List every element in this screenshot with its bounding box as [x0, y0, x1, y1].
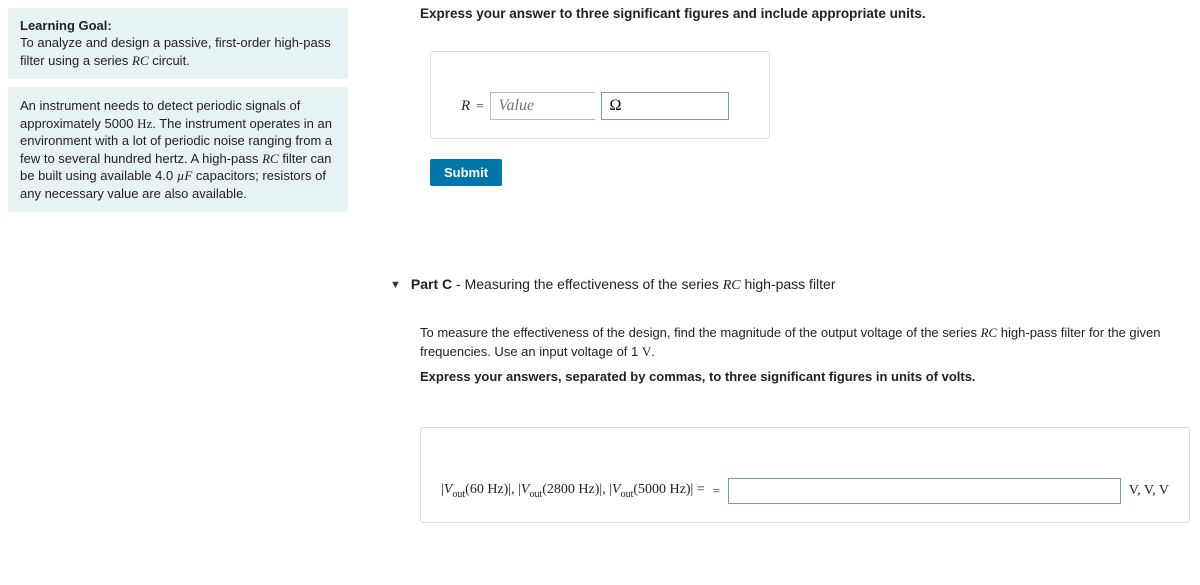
pc-body1c: . — [651, 344, 655, 359]
part-c-title-rest2: high-pass filter — [741, 276, 836, 292]
part-c-body: To measure the effectiveness of the desi… — [420, 324, 1190, 362]
part-c-instruction: Express your answers, separated by comma… — [420, 368, 1190, 387]
part-c-title-rest1: Measuring the effectiveness of the serie… — [465, 276, 723, 292]
learning-goal-text: To analyze and design a passive, first-o… — [20, 34, 336, 69]
learning-goal-box: Learning Goal: To analyze and design a p… — [8, 8, 348, 79]
part-c-title-bold: Part C — [411, 276, 452, 292]
vout-input[interactable] — [728, 478, 1121, 504]
answer-box-part-b: R = — [430, 51, 770, 139]
variable-label-r: R — [461, 98, 470, 115]
part-c-rc: RC — [723, 278, 741, 293]
main-content: Express your answer to three significant… — [360, 0, 1200, 533]
unit-text-vvv: V, V, V — [1129, 483, 1169, 499]
part-c-sep: - — [452, 276, 464, 292]
pc-body1a: To measure the effectiveness of the desi… — [420, 325, 981, 340]
equals-sign: = — [476, 98, 483, 114]
part-b-instruction: Express your answer to three significant… — [420, 6, 1190, 21]
part-c-title: Part C - Measuring the effectiveness of … — [411, 276, 836, 294]
chevron-down-icon: ▼ — [390, 279, 401, 291]
learning-goal-title: Learning Goal: — [20, 18, 336, 33]
pc-body-v: V — [642, 344, 651, 359]
problem-box: An instrument needs to detect periodic s… — [8, 87, 348, 212]
value-input[interactable] — [490, 92, 595, 120]
submit-button[interactable]: Submit — [430, 159, 502, 186]
pc-body-rc: RC — [981, 325, 998, 340]
unit-input[interactable] — [601, 92, 729, 120]
problem-uf: µF — [177, 168, 192, 183]
answer-row: R = — [461, 92, 739, 120]
lg-rc: RC — [132, 53, 149, 68]
part-c-section: ▼ Part C - Measuring the effectiveness o… — [420, 276, 1190, 523]
answer-box-part-c: |Vout(60 Hz)|, |Vout(2800 Hz)|, |Vout(50… — [420, 427, 1190, 523]
part-c-header[interactable]: ▼ Part C - Measuring the effectiveness o… — [390, 276, 1190, 294]
sidebar: Learning Goal: To analyze and design a p… — [0, 0, 360, 533]
problem-hz: Hz — [137, 116, 152, 131]
answer-c-row: |Vout(60 Hz)|, |Vout(2800 Hz)|, |Vout(50… — [441, 478, 1169, 504]
vout-label: |Vout(60 Hz)|, |Vout(2800 Hz)|, |Vout(50… — [441, 482, 705, 500]
problem-rc: RC — [262, 151, 279, 166]
equals-sign-2: = — [713, 483, 720, 499]
lg-text-post: circuit. — [149, 53, 190, 68]
